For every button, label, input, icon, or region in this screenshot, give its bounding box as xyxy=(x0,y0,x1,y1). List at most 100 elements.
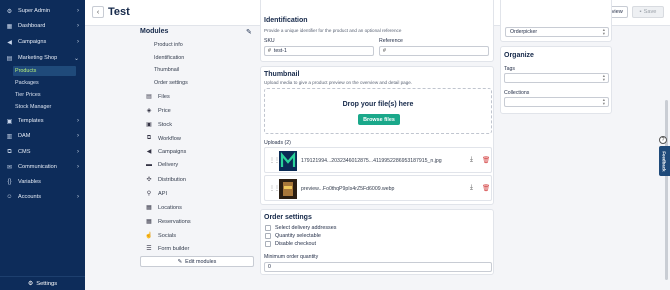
sidebar-item-marketing-shop[interactable]: ▤ Marketing Shop ⌄ xyxy=(0,52,85,64)
back-button[interactable]: ‹ xyxy=(92,6,104,18)
organize-title: Organize xyxy=(504,52,534,59)
chevron-right-icon: › xyxy=(77,133,79,139)
hash-icon: # xyxy=(268,48,271,54)
module-item-socials[interactable]: ☝ Socials xyxy=(145,232,177,240)
collections-select[interactable]: ▴ ▾ xyxy=(504,97,609,107)
thumbs-up-icon: ☝ xyxy=(145,233,153,239)
checkbox-disable-checkout[interactable]: Disable checkout xyxy=(265,241,316,247)
module-item-label: Delivery xyxy=(158,162,179,168)
checkbox-label: Quantity selectable xyxy=(275,233,321,239)
settings-button[interactable]: ⚙ Settings xyxy=(0,276,85,290)
sidebar-subitem-stock-manager[interactable]: Stock Manager xyxy=(13,102,76,112)
truck-icon: ▬ xyxy=(146,162,152,168)
min-qty-input[interactable]: 0 xyxy=(264,262,492,272)
checkbox[interactable] xyxy=(265,225,271,231)
download-icon[interactable]: ⤓ xyxy=(470,184,473,192)
sidebar-item-dashboard[interactable]: ▦ Dashboard › xyxy=(0,20,85,32)
module-item-campaigns[interactable]: ◀ Campaigns xyxy=(145,148,187,156)
upload-row[interactable]: ⋮⋮ 179121994...2032346012875...411995228… xyxy=(264,147,492,173)
edit-icon: ✎ xyxy=(177,258,183,265)
modules-title: Modules xyxy=(140,28,169,35)
save-button[interactable]: ▪ Save xyxy=(632,6,664,18)
sidebar-item-super-admin[interactable]: ⚙ Super Admin › xyxy=(0,5,85,17)
module-item-label: Campaigns xyxy=(158,148,187,155)
module-item-form-builder[interactable]: ☰ Form builder xyxy=(145,245,189,253)
sidebar-item-cms[interactable]: ⧉ CMS › xyxy=(0,146,85,158)
module-item-label: Locations xyxy=(158,204,182,211)
browse-files-button[interactable]: Browse files xyxy=(358,114,400,125)
module-subitem-thumbnail[interactable]: Thumbnail xyxy=(154,67,179,73)
settings-label: Settings xyxy=(36,280,58,287)
orderpicker-select[interactable]: Orderpicker ▴ ▾ xyxy=(505,27,609,37)
orderpicker-value: Orderpicker xyxy=(510,29,538,35)
module-item-locations[interactable]: ▦ Locations xyxy=(145,204,182,212)
module-item-price[interactable]: ◈ Price xyxy=(145,107,171,115)
megaphone-icon: ◀ xyxy=(7,39,12,46)
dashboard-icon: ▦ xyxy=(6,23,13,30)
chevron-right-icon: › xyxy=(77,23,79,29)
module-item-files[interactable]: ▤ Files xyxy=(145,93,170,101)
scrollbar[interactable] xyxy=(665,100,668,280)
file-dropzone[interactable]: Drop your file(s) here Browse files xyxy=(264,88,492,134)
sidebar-subitem-packages[interactable]: Packages xyxy=(13,78,76,88)
feedback-tab[interactable]: Feedback xyxy=(659,146,670,176)
sidebar-item-campaigns[interactable]: ◀ Campaigns › xyxy=(0,36,85,48)
edit-modules-label: Edit modules xyxy=(185,258,217,265)
accounts-icon: ☺ xyxy=(6,194,13,200)
module-item-label: Price xyxy=(158,107,171,114)
module-item-stock[interactable]: ▣ Stock xyxy=(145,121,172,129)
variables-icon: {} xyxy=(7,179,12,185)
sidebar-item-variables[interactable]: {} Variables xyxy=(0,176,85,188)
order-settings-title: Order settings xyxy=(264,214,312,221)
checkbox-select-delivery-addresses[interactable]: Select delivery addresses xyxy=(265,225,336,231)
module-item-reservations[interactable]: ▦ Reservations xyxy=(145,218,191,226)
module-subitem-order-settings[interactable]: Order settings xyxy=(154,80,188,86)
upload-row[interactable]: ⋮⋮ preview...Fo0thqP9pIs4rZ5Fd6009.webp … xyxy=(264,175,492,201)
reference-label: Reference xyxy=(379,38,403,44)
reference-input[interactable]: # xyxy=(379,46,489,56)
trash-icon[interactable]: 🗑 xyxy=(482,156,490,164)
dropzone-title: Drop your file(s) here xyxy=(342,101,414,108)
sidebar-item-templates[interactable]: ▣ Templates › xyxy=(0,115,85,127)
form-icon: ☰ xyxy=(146,246,152,252)
edit-modules-button[interactable]: ✎ Edit modules xyxy=(140,256,254,267)
store-icon: ▤ xyxy=(6,55,13,62)
sku-input[interactable]: # test-1 xyxy=(264,46,374,56)
dam-icon: ▥ xyxy=(6,133,13,140)
checkbox-quantity-selectable[interactable]: Quantity selectable xyxy=(265,233,321,239)
module-item-label: Distribution xyxy=(158,176,186,183)
module-subitem-product-info[interactable]: Product info xyxy=(154,42,183,48)
download-icon[interactable]: ⤓ xyxy=(470,156,473,164)
distribution-icon: ✣ xyxy=(146,177,152,183)
thumbnail-image-icon xyxy=(279,151,297,171)
sidebar-item-communication[interactable]: ✉ Communication › xyxy=(0,161,85,173)
chevron-right-icon: › xyxy=(77,39,79,45)
sidebar-item-label: Campaigns xyxy=(18,39,47,45)
module-subitem-identification[interactable]: Identification xyxy=(154,55,184,61)
thumbnail-image-icon xyxy=(279,179,297,199)
drag-handle-icon[interactable]: ⋮⋮ xyxy=(269,157,280,164)
module-item-distribution[interactable]: ✣ Distribution xyxy=(145,176,186,184)
edit-icon[interactable]: ✎ xyxy=(246,28,252,36)
help-icon[interactable]: ? xyxy=(659,136,667,144)
upload-file-name: preview...Fo0thqP9pIs4rZ5Fd6009.webp xyxy=(301,186,395,192)
checkbox[interactable] xyxy=(265,233,271,239)
module-item-api[interactable]: ⚲ API xyxy=(145,190,167,198)
tags-label: Tags xyxy=(504,66,515,72)
drag-handle-icon[interactable]: ⋮⋮ xyxy=(269,185,280,192)
sidebar-item-label: Templates xyxy=(18,118,44,124)
thumbnail-subtitle: Upload media to give a product preview o… xyxy=(264,80,413,85)
module-item-delivery[interactable]: ▬ Delivery xyxy=(145,162,178,168)
sidebar-subitem-products[interactable]: Products xyxy=(13,66,76,76)
sidebar-item-accounts[interactable]: ☺ Accounts › xyxy=(0,191,85,203)
sidebar-item-dam[interactable]: ▥ DAM › xyxy=(0,130,85,142)
checkbox[interactable] xyxy=(265,241,271,247)
sidebar-subitem-tier-prices[interactable]: Tier Prices xyxy=(13,90,76,100)
chevron-down-icon: ⌄ xyxy=(73,55,79,62)
sidebar-item-label: Marketing Shop xyxy=(18,55,58,61)
module-item-workflow[interactable]: ⧉ Workflow xyxy=(145,135,181,142)
trash-icon[interactable]: 🗑 xyxy=(482,184,490,192)
module-item-label: Socials xyxy=(158,232,177,239)
hash-icon: # xyxy=(383,48,386,54)
tags-select[interactable]: ▴ ▾ xyxy=(504,73,609,83)
